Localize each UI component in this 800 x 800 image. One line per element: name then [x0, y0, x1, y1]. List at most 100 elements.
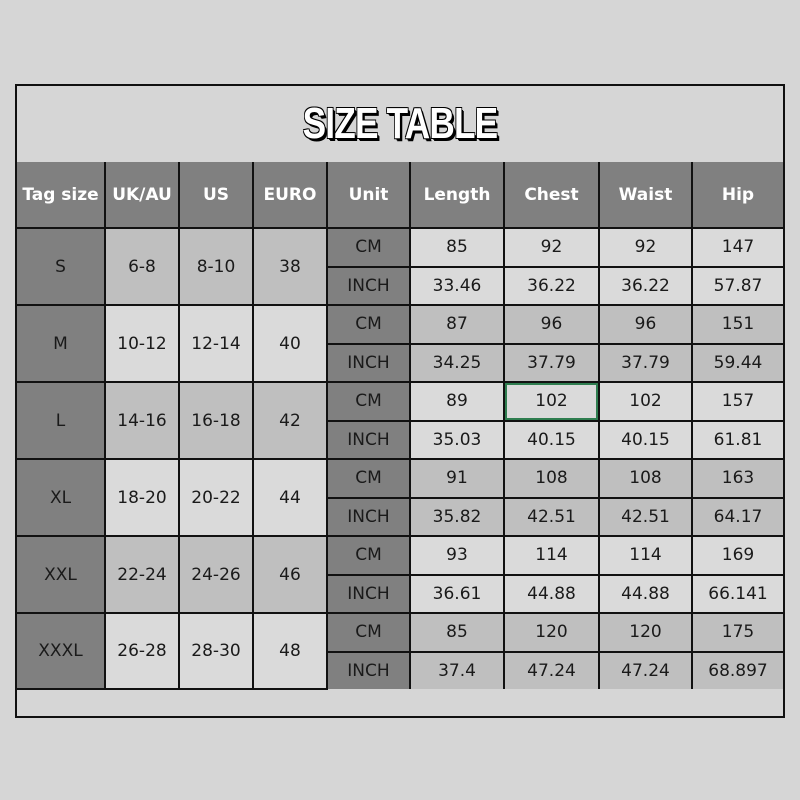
- header-hip: Hip: [691, 162, 783, 229]
- length-cell: 36.61: [409, 573, 505, 614]
- header-waist: Waist: [598, 162, 693, 229]
- chest-cell: 108: [503, 458, 600, 499]
- waist-cell: 36.22: [598, 265, 693, 306]
- size-table-frame: SIZE TABLE Tag size UK/AU US EURO Unit L…: [15, 84, 785, 718]
- selected-chest-cell: 102: [503, 381, 600, 422]
- unit-cell: INCH: [326, 419, 411, 460]
- length-cell: 85: [409, 612, 505, 653]
- uk-au-cell: 14-16: [104, 381, 180, 460]
- uk-au-cell: 6-8: [104, 227, 180, 306]
- size-tag-cell: XXL: [17, 535, 106, 614]
- unit-cell: INCH: [326, 650, 411, 689]
- table-row: S 6-8 8-10 38 CM 85 92 92 147: [17, 227, 783, 306]
- size-table: Tag size UK/AU US EURO Unit Length Chest…: [17, 162, 783, 690]
- waist-cell: 108: [598, 458, 693, 499]
- uk-au-cell: 18-20: [104, 458, 180, 537]
- hip-cell: 64.17: [691, 496, 783, 537]
- chest-cell: 47.24: [503, 650, 600, 689]
- waist-cell: 102: [598, 381, 693, 422]
- chest-cell: 92: [503, 227, 600, 268]
- euro-cell: 40: [252, 304, 328, 383]
- hip-cell: 175: [691, 612, 783, 653]
- chest-cell: 44.88: [503, 573, 600, 614]
- chest-cell: 120: [503, 612, 600, 653]
- waist-cell: 92: [598, 227, 693, 268]
- length-cell: 34.25: [409, 342, 505, 383]
- size-tag-cell: XXXL: [17, 612, 106, 690]
- chest-cell: 36.22: [503, 265, 600, 306]
- us-cell: 20-22: [178, 458, 254, 537]
- header-row: Tag size UK/AU US EURO Unit Length Chest…: [17, 162, 783, 229]
- waist-cell: 114: [598, 535, 693, 576]
- euro-cell: 48: [252, 612, 328, 690]
- uk-au-cell: 10-12: [104, 304, 180, 383]
- euro-cell: 38: [252, 227, 328, 306]
- us-cell: 16-18: [178, 381, 254, 460]
- euro-cell: 44: [252, 458, 328, 537]
- length-cell: 89: [409, 381, 505, 422]
- chest-cell: 114: [503, 535, 600, 576]
- hip-cell: 61.81: [691, 419, 783, 460]
- header-chest: Chest: [503, 162, 600, 229]
- unit-cell: INCH: [326, 573, 411, 614]
- header-euro: EURO: [252, 162, 328, 229]
- table-row: M 10-12 12-14 40 CM 87 96 96 151: [17, 304, 783, 383]
- hip-cell: 151: [691, 304, 783, 345]
- us-cell: 12-14: [178, 304, 254, 383]
- waist-cell: 120: [598, 612, 693, 653]
- waist-cell: 40.15: [598, 419, 693, 460]
- hip-cell: 169: [691, 535, 783, 576]
- hip-cell: 163: [691, 458, 783, 499]
- unit-cell: INCH: [326, 342, 411, 383]
- table-row: XXXL 26-28 28-30 48 CM 85 120 120 175: [17, 612, 783, 690]
- chest-cell: 96: [503, 304, 600, 345]
- length-cell: 85: [409, 227, 505, 268]
- hip-cell: 57.87: [691, 265, 783, 306]
- us-cell: 28-30: [178, 612, 254, 690]
- waist-cell: 47.24: [598, 650, 693, 689]
- table-row: L 14-16 16-18 42 CM 89 102 102 157: [17, 381, 783, 460]
- length-cell: 93: [409, 535, 505, 576]
- waist-cell: 44.88: [598, 573, 693, 614]
- header-tag-size: Tag size: [17, 162, 106, 229]
- chest-cell: 37.79: [503, 342, 600, 383]
- length-cell: 35.03: [409, 419, 505, 460]
- euro-cell: 46: [252, 535, 328, 614]
- header-length: Length: [409, 162, 505, 229]
- size-tag-cell: M: [17, 304, 106, 383]
- unit-cell: INCH: [326, 265, 411, 306]
- us-cell: 24-26: [178, 535, 254, 614]
- unit-cell: CM: [326, 227, 411, 268]
- hip-cell: 59.44: [691, 342, 783, 383]
- length-cell: 87: [409, 304, 505, 345]
- euro-cell: 42: [252, 381, 328, 460]
- hip-cell: 147: [691, 227, 783, 268]
- unit-cell: CM: [326, 535, 411, 576]
- waist-cell: 96: [598, 304, 693, 345]
- us-cell: 8-10: [178, 227, 254, 306]
- uk-au-cell: 26-28: [104, 612, 180, 690]
- hip-cell: 66.141: [691, 573, 783, 614]
- length-cell: 33.46: [409, 265, 505, 306]
- length-cell: 91: [409, 458, 505, 499]
- chest-cell: 42.51: [503, 496, 600, 537]
- unit-cell: INCH: [326, 496, 411, 537]
- header-uk-au: UK/AU: [104, 162, 180, 229]
- hip-cell: 157: [691, 381, 783, 422]
- header-unit: Unit: [326, 162, 411, 229]
- uk-au-cell: 22-24: [104, 535, 180, 614]
- waist-cell: 42.51: [598, 496, 693, 537]
- length-cell: 37.4: [409, 650, 505, 689]
- length-cell: 35.82: [409, 496, 505, 537]
- unit-cell: CM: [326, 458, 411, 499]
- size-tag-cell: XL: [17, 458, 106, 537]
- table-row: XL 18-20 20-22 44 CM 91 108 108 163: [17, 458, 783, 537]
- header-us: US: [178, 162, 254, 229]
- size-tag-cell: S: [17, 227, 106, 306]
- size-tag-cell: L: [17, 381, 106, 460]
- size-table-title: SIZE TABLE: [302, 99, 499, 148]
- unit-cell: CM: [326, 612, 411, 653]
- chest-cell: 40.15: [503, 419, 600, 460]
- table-row: XXL 22-24 24-26 46 CM 93 114 114 169: [17, 535, 783, 614]
- table-body: S 6-8 8-10 38 CM 85 92 92 147 INCH 33.46 36.22 36.22…: [17, 227, 783, 690]
